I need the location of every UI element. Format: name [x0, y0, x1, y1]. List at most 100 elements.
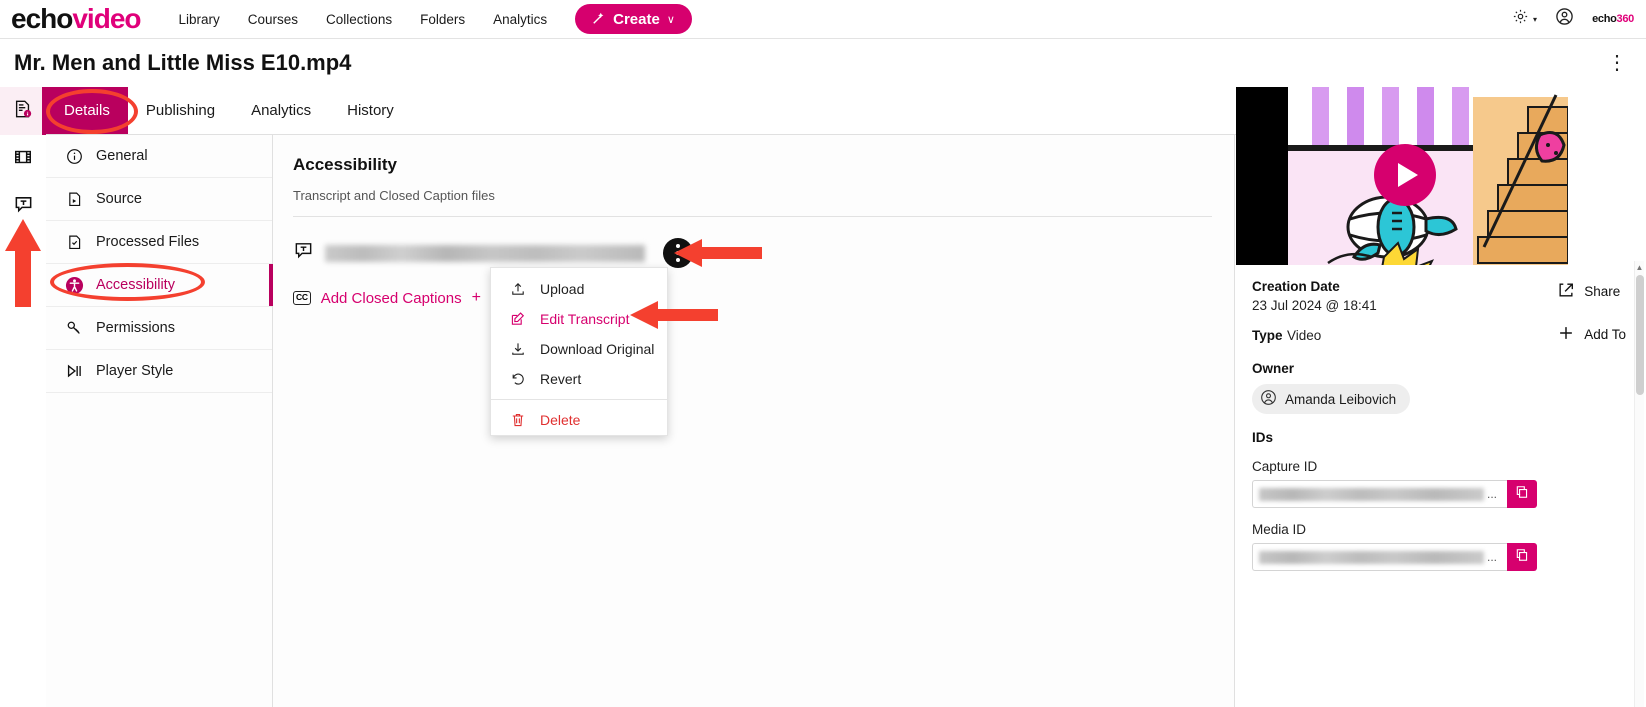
media-metadata: Creation Date 23 Jul 2024 @ 18:41 Type V… — [1236, 265, 1646, 571]
sidebar-item-label: Source — [96, 191, 142, 207]
capture-id-ellipsis: ... — [1487, 487, 1498, 501]
copy-media-id-button[interactable] — [1507, 543, 1537, 571]
checked-document-icon — [64, 232, 84, 252]
play-button-icon[interactable] — [1374, 144, 1436, 206]
film-strip-icon — [13, 147, 33, 172]
copy-capture-id-button[interactable] — [1507, 480, 1537, 508]
sidebar-item-label: Player Style — [96, 363, 174, 379]
edit-pencil-icon — [509, 311, 527, 327]
sidebar-item-label: Processed Files — [96, 234, 200, 250]
tab-history[interactable]: History — [329, 87, 412, 134]
media-id-ellipsis: ... — [1487, 550, 1498, 564]
add-closed-captions-row[interactable]: CC Add Closed Captions + — [293, 289, 1212, 307]
menu-item-label: Edit Transcript — [540, 311, 630, 327]
nav-link-courses[interactable]: Courses — [234, 6, 312, 33]
annotation-ellipse-details-tab — [46, 89, 138, 134]
logo-echo-text: echo — [11, 3, 73, 34]
nav-link-collections[interactable]: Collections — [312, 6, 406, 33]
kebab-dot — [676, 258, 680, 262]
rail-item-list-lines[interactable] — [0, 231, 46, 279]
transcript-t-icon — [293, 240, 315, 266]
logo-video-text: video — [72, 3, 141, 34]
sidebar-item-label: General — [96, 148, 148, 164]
tab-publishing[interactable]: Publishing — [128, 87, 233, 134]
transcript-kebab-menu-button[interactable] — [663, 238, 693, 268]
gear-icon — [1512, 8, 1529, 30]
transcript-bubble-icon — [13, 194, 34, 220]
sidebar-item-source[interactable]: Source — [46, 178, 272, 221]
account-circle-icon — [1555, 7, 1574, 31]
revert-arrow-icon — [509, 371, 527, 387]
menu-item-label: Upload — [540, 281, 585, 297]
right-panel-scrollbar[interactable]: ▲ ▼ — [1634, 261, 1644, 707]
rail-item-transcript[interactable] — [0, 183, 46, 231]
rail-item-media-details[interactable] — [0, 87, 46, 135]
menu-item-label: Revert — [540, 371, 582, 387]
add-to-button[interactable]: Add To — [1557, 324, 1626, 345]
video-thumbnail[interactable] — [1236, 87, 1568, 265]
share-icon — [1557, 281, 1575, 302]
menu-item-label: Delete — [540, 412, 581, 428]
share-label: Share — [1584, 284, 1621, 299]
echo360-org-logo: echo360 — [1592, 13, 1634, 25]
metadata-top-row: Creation Date 23 Jul 2024 @ 18:41 Type V… — [1252, 279, 1626, 414]
share-button[interactable]: Share — [1557, 281, 1626, 302]
sidebar-item-label: Permissions — [96, 320, 175, 336]
media-details-icon — [13, 99, 33, 124]
menu-divider — [491, 399, 667, 400]
type-label: Type — [1252, 328, 1283, 343]
tab-analytics[interactable]: Analytics — [233, 87, 329, 134]
scroll-up-arrow-icon[interactable]: ▲ — [1635, 263, 1644, 272]
download-icon — [509, 341, 527, 357]
sidebar-item-player-style[interactable]: Player Style — [46, 350, 272, 393]
ids-label: IDs — [1252, 430, 1274, 445]
copy-icon — [1515, 485, 1529, 504]
account-button[interactable] — [1555, 7, 1574, 31]
owner-chip[interactable]: Amanda Leibovich — [1252, 384, 1411, 414]
nav-link-library[interactable]: Library — [165, 6, 234, 33]
menu-item-upload[interactable]: Upload — [491, 274, 667, 304]
media-title-bar: Mr. Men and Little Miss E10.mp4 ⋮ — [0, 39, 1646, 87]
primary-nav-links: Library Courses Collections Folders Anal… — [165, 6, 562, 33]
transcript-file-row — [293, 238, 1212, 268]
section-title: Accessibility — [293, 155, 397, 174]
annotation-ellipse-accessibility — [50, 263, 205, 301]
play-pause-icon — [64, 361, 84, 381]
scrollbar-thumb[interactable] — [1636, 275, 1644, 395]
nav-link-analytics[interactable]: Analytics — [479, 6, 561, 33]
cc-badge-icon: CC — [293, 291, 311, 305]
copy-icon — [1515, 548, 1529, 567]
menu-item-revert[interactable]: Revert — [491, 364, 667, 394]
rail-item-film-strip[interactable] — [0, 135, 46, 183]
creation-date-label: Creation Date — [1252, 279, 1340, 294]
settings-menu-button[interactable]: ▾ — [1512, 8, 1537, 30]
creation-date-value: 23 Jul 2024 @ 18:41 — [1252, 298, 1377, 313]
transcript-filename-redacted — [325, 244, 645, 262]
kebab-dot — [676, 251, 680, 255]
menu-item-delete[interactable]: Delete — [491, 405, 667, 435]
top-navigation-bar: echovideo Library Courses Collections Fo… — [0, 0, 1646, 39]
capture-id-value-redacted — [1259, 487, 1484, 501]
media-id-input[interactable]: ... — [1252, 543, 1507, 571]
add-to-label: Add To — [1584, 327, 1626, 342]
capture-id-label: Capture ID — [1252, 459, 1318, 474]
add-closed-captions-link[interactable]: Add Closed Captions — [321, 290, 462, 307]
sidebar-item-permissions[interactable]: Permissions — [46, 307, 272, 350]
plus-icon — [1557, 324, 1575, 345]
create-button[interactable]: Create ∨ — [575, 4, 692, 34]
transcript-context-menu: Upload Edit Transcript Download Original… — [490, 267, 668, 436]
echovideo-logo[interactable]: echovideo — [11, 3, 142, 34]
menu-item-edit-transcript[interactable]: Edit Transcript — [491, 304, 667, 334]
capture-id-input[interactable]: ... — [1252, 480, 1507, 508]
nav-link-folders[interactable]: Folders — [406, 6, 479, 33]
caret-down-icon: ▾ — [1533, 14, 1538, 24]
plus-icon: + — [471, 289, 481, 306]
upload-icon — [509, 281, 527, 297]
page-overflow-menu-button[interactable]: ⋮ — [1603, 53, 1632, 73]
sidebar-item-general[interactable]: General — [46, 135, 272, 178]
page-title: Mr. Men and Little Miss E10.mp4 — [14, 50, 352, 75]
media-id-field: ... — [1252, 543, 1537, 571]
source-document-icon — [64, 189, 84, 209]
menu-item-download-original[interactable]: Download Original — [491, 334, 667, 364]
sidebar-item-processed-files[interactable]: Processed Files — [46, 221, 272, 264]
